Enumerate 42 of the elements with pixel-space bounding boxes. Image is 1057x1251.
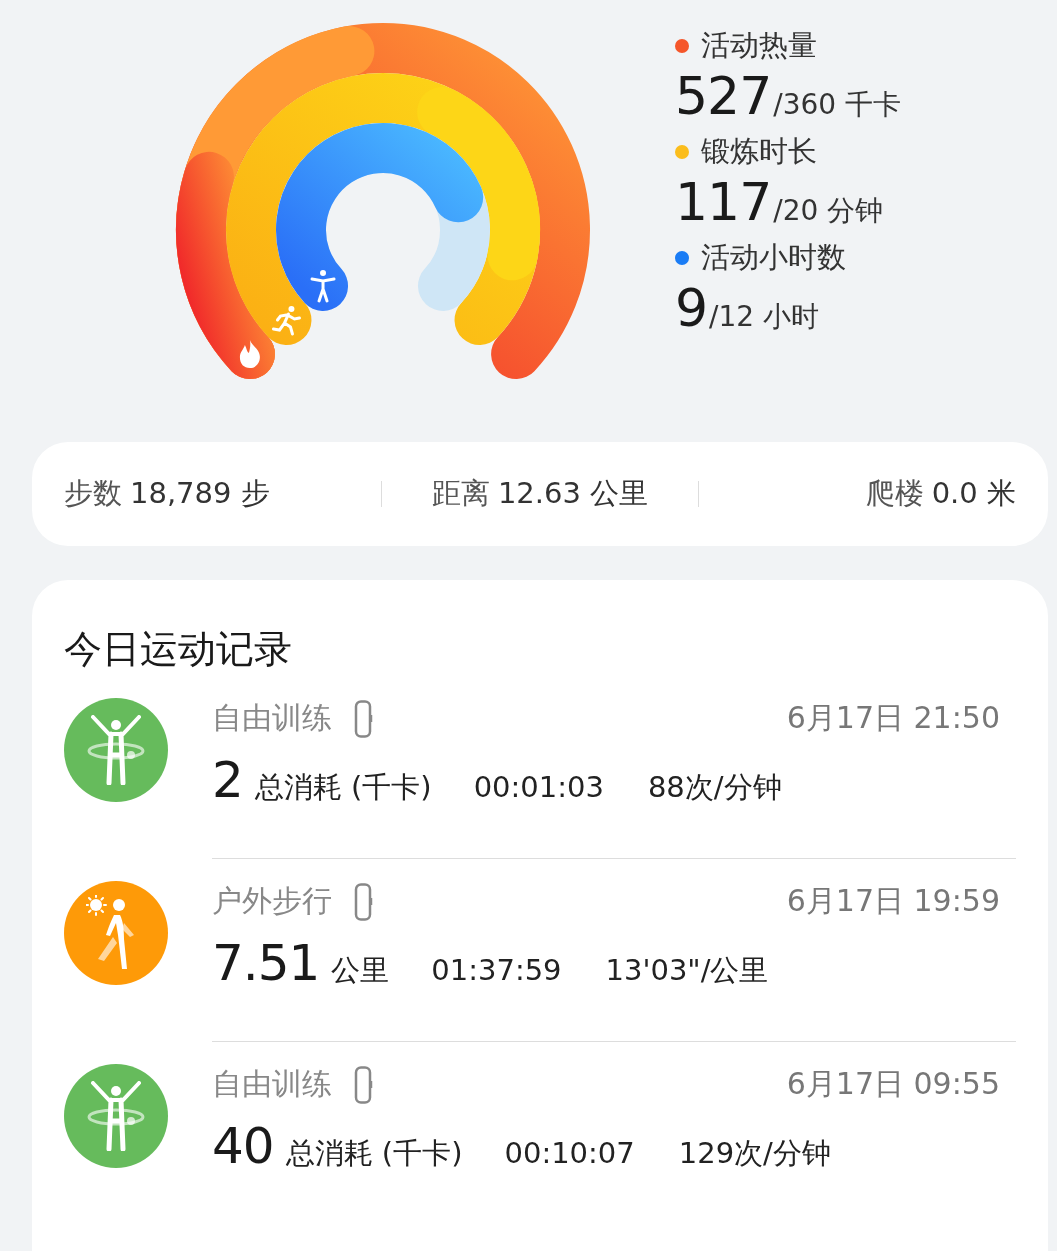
card-title: 今日运动记录 — [64, 626, 293, 673]
legend-value: 527 — [675, 66, 772, 126]
legend-goal: /360 千卡 — [773, 87, 902, 123]
flame-icon — [239, 340, 260, 369]
activity-value: 2 — [212, 751, 243, 809]
activity-unit: 公里 — [331, 952, 390, 989]
running-figure-icon — [271, 306, 301, 336]
legend-label: 活动小时数 — [701, 239, 846, 276]
stat-value: 0.0 米 — [931, 475, 1016, 512]
activity-time: 6月17日 21:50 — [786, 699, 1000, 737]
stat-value: 12.63 公里 — [497, 475, 649, 512]
hula-hoop-figure-icon — [85, 1081, 147, 1151]
activity-name: 自由训练 — [212, 699, 332, 737]
band-icon — [354, 1065, 374, 1104]
legend-goal: /20 分钟 — [773, 193, 884, 229]
activity-unit: 总消耗 (千卡) — [254, 769, 432, 806]
activity-metric: 00:01:03 — [473, 770, 604, 804]
activity-metric: 13'03"/公里 — [605, 952, 769, 989]
activity-unit: 总消耗 (千卡) — [285, 1135, 463, 1172]
stat-value: 18,789 步 — [130, 475, 270, 512]
activity-metric: 01:37:59 — [431, 953, 562, 987]
activity-value: 7.51 — [212, 934, 320, 992]
activity-time: 6月17日 09:55 — [786, 1065, 1000, 1103]
stat-label: 距离 — [431, 475, 490, 512]
stat-label: 步数 — [64, 475, 122, 512]
activity-value: 40 — [212, 1117, 274, 1175]
activity-name: 自由训练 — [212, 1065, 332, 1103]
legend-label: 锻炼时长 — [701, 133, 817, 170]
activity-time: 6月17日 19:59 — [786, 882, 1000, 920]
stat-label: 爬楼 — [865, 475, 924, 512]
legend-value: 9 — [675, 278, 708, 338]
standing-figure-icon — [310, 269, 336, 303]
band-icon — [354, 699, 374, 738]
legend-label: 活动热量 — [701, 27, 817, 64]
legend-value: 117 — [675, 172, 772, 232]
band-icon — [354, 882, 374, 921]
activity-metric: 88次/分钟 — [647, 769, 782, 806]
legend-goal: /12 小时 — [709, 299, 820, 335]
activity-metric: 00:10:07 — [504, 1136, 635, 1170]
activity-name: 户外步行 — [212, 882, 332, 920]
activity-metric: 129次/分钟 — [678, 1135, 831, 1172]
hula-hoop-figure-icon — [85, 715, 147, 785]
